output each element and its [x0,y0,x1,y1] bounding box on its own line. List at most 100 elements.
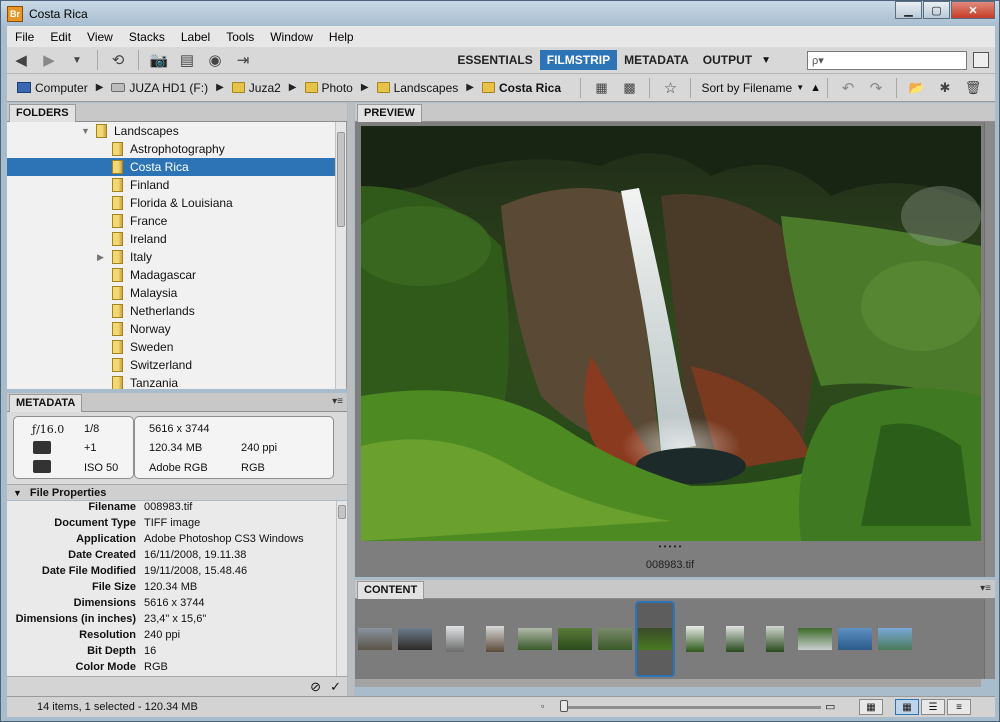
workspace-metadata[interactable]: METADATA [617,50,696,70]
sort-dropdown[interactable]: Sort by Filename [701,81,792,95]
filter-icon[interactable]: ▩ [618,78,640,98]
thumbnail[interactable] [795,601,835,677]
menu-tools[interactable]: Tools [218,30,262,44]
thumbnail-size-slider[interactable] [565,706,821,709]
thumbnail[interactable] [515,601,555,677]
thumbnail[interactable] [835,601,875,677]
breadcrumb-costa-rica[interactable]: Costa Rica [481,81,561,95]
minimize-button[interactable]: ▁ [895,1,922,19]
expand-triangle-icon[interactable]: ▶ [97,252,104,263]
breadcrumb-landscapes[interactable]: Landscapes [376,81,458,95]
folder-row-landscapes[interactable]: ▼ Landscapes [7,122,346,140]
thumbnail[interactable] [715,601,755,677]
folders-scrollbar[interactable] [335,122,346,389]
menu-help[interactable]: Help [321,30,362,44]
metadata-scrollbar[interactable] [336,501,347,676]
folder-row-selected[interactable]: Costa Rica [7,158,336,176]
thumbnail[interactable] [675,601,715,677]
view-as-thumbnails-button[interactable]: ▦ [895,699,919,715]
menu-view[interactable]: View [79,30,121,44]
thumbnail[interactable] [395,601,435,677]
workspace-more-icon[interactable]: ▼ [761,55,771,66]
output-icon[interactable]: ⇥ [232,50,254,70]
open-recent-folder-icon[interactable]: 📂 [906,78,928,98]
delete-icon[interactable]: 🗑 [962,78,984,98]
thumbnail[interactable] [755,601,795,677]
folder-row[interactable]: Ireland [7,230,346,248]
expand-triangle-icon[interactable]: ▼ [81,126,90,136]
close-button[interactable]: ✕ [951,1,995,19]
folder-row[interactable]: Florida & Louisiana [7,194,346,212]
workspace-essentials[interactable]: ESSENTIALS [450,50,539,70]
workspace-filmstrip[interactable]: FILMSTRIP [539,50,618,70]
thumbnail[interactable] [555,601,595,677]
thumbnail[interactable] [435,601,475,677]
tab-content[interactable]: CONTENT [357,581,425,599]
panel-splitter[interactable] [348,102,354,698]
folder-row[interactable]: Finland [7,176,346,194]
tab-preview[interactable]: PREVIEW [357,104,422,122]
file-properties-header[interactable]: ▼ File Properties [7,484,347,500]
menu-edit[interactable]: Edit [42,30,79,44]
tab-metadata[interactable]: METADATA [9,394,83,412]
new-folder-icon[interactable]: ✱ [934,78,956,98]
lock-thumbnail-grid-button[interactable]: ▦ [859,699,883,715]
folder-row[interactable]: Astrophotography [7,140,346,158]
zoom-out-icon[interactable]: ▫ [541,701,544,711]
folder-row[interactable]: Madagascar [7,266,346,284]
scrollbar-thumb[interactable] [338,505,346,519]
menu-label[interactable]: Label [173,30,218,44]
menu-window[interactable]: Window [262,30,321,44]
panel-menu-icon[interactable]: ▾≡ [980,583,991,594]
thumbnail[interactable] [355,601,395,677]
folder-row[interactable]: Malaysia [7,284,346,302]
folder-row[interactable]: France [7,212,346,230]
folder-row[interactable]: Sweden [7,338,346,356]
slider-handle[interactable] [560,700,568,712]
thumbnail-selected[interactable] [635,601,675,677]
preview-image[interactable] [361,126,981,541]
folder-row[interactable]: Netherlands [7,302,346,320]
thumbnail[interactable] [595,601,635,677]
view-as-list-button[interactable]: ≡ [947,699,971,715]
zoom-in-icon[interactable]: ▭ [825,700,835,713]
star-filter-icon[interactable]: ☆ [659,78,681,98]
back-arrow-icon[interactable]: ◀ [10,50,32,70]
sort-dropdown-arrow-icon[interactable]: ▼ [796,83,804,92]
breadcrumb-computer[interactable]: Computer [17,81,88,95]
search-input[interactable]: ρ▾ [807,50,967,70]
panel-menu-icon[interactable]: ▾≡ [332,396,343,407]
forward-arrow-icon[interactable]: ▶ [38,50,60,70]
apply-edit-icon[interactable]: ✓ [330,679,341,695]
breadcrumb-juza2[interactable]: Juza2 [231,81,281,95]
menu-stacks[interactable]: Stacks [121,30,173,44]
cancel-edit-icon[interactable]: ⊘ [310,679,321,695]
collapse-triangle-icon[interactable]: ▼ [13,488,22,498]
tab-folders[interactable]: FOLDERS [9,104,76,122]
rotate-right-icon[interactable]: ↷ [865,78,887,98]
preview-scrollbar[interactable] [984,122,995,577]
folder-row[interactable]: Switzerland [7,356,346,374]
workspace-output[interactable]: OUTPUT [696,50,759,70]
folder-row[interactable]: Tanzania [7,374,346,389]
thumbnail[interactable] [875,601,915,677]
breadcrumb-photo[interactable]: Photo [304,81,353,95]
sort-direction-icon[interactable]: ▲ [810,82,821,94]
refine-icon[interactable]: ▤ [176,50,198,70]
folder-row[interactable]: Norway [7,320,346,338]
get-photos-camera-icon[interactable]: 📷 [148,50,170,70]
history-dropdown-icon[interactable]: ▼ [66,50,88,70]
open-camera-raw-icon[interactable]: ◉ [204,50,226,70]
compact-mode-icon[interactable] [973,52,989,68]
menu-file[interactable]: File [7,30,42,44]
reveal-recent-icon[interactable]: ⟲ [107,50,129,70]
view-as-details-button[interactable]: ☰ [921,699,945,715]
breadcrumb-drive[interactable]: JUZA HD1 (F:) [111,81,208,95]
thumbnail-quality-icon[interactable]: ▦ [590,78,612,98]
scrollbar-thumb[interactable] [337,132,345,227]
content-scrollbar[interactable] [984,599,995,679]
thumbnail[interactable] [475,601,515,677]
folder-row[interactable]: ▶ Italy [7,248,346,266]
content-horizontal-scrollbar[interactable] [355,679,981,687]
rotate-left-icon[interactable]: ↶ [837,78,859,98]
